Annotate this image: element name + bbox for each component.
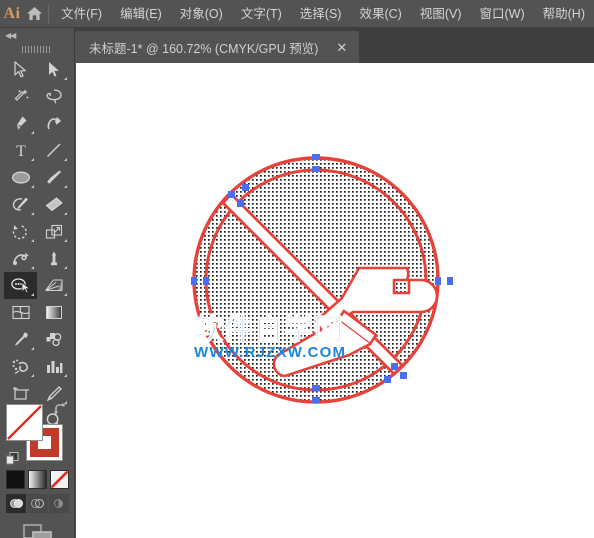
color-controls: [0, 400, 75, 538]
menu-type[interactable]: 文字(T): [232, 0, 291, 28]
menu-separator: [47, 4, 49, 23]
width-tool[interactable]: [4, 245, 37, 272]
menu-effect[interactable]: 效果(C): [350, 0, 410, 28]
ellipse-tool[interactable]: [4, 164, 37, 191]
tools-panel: ◀◀ T: [0, 28, 75, 538]
tool-flyout-indicator: [31, 374, 34, 377]
grip-dots: [22, 45, 52, 53]
default-colors-icon[interactable]: [6, 452, 19, 465]
pen-tool[interactable]: [4, 110, 37, 137]
fill-swatch[interactable]: [6, 404, 43, 441]
mesh-tool[interactable]: [4, 299, 37, 326]
document-tab[interactable]: 未标题-1* @ 160.72% (CMYK/GPU 预览) ✕: [75, 31, 360, 63]
gradient-mode-button[interactable]: [28, 470, 47, 489]
illustrator-window: Ai 文件(F) 编辑(E) 对象(O) 文字(T) 选择(S) 效果(C) 视…: [0, 0, 594, 538]
panel-drag-handle[interactable]: [0, 42, 74, 56]
menu-bar: Ai 文件(F) 编辑(E) 对象(O) 文字(T) 选择(S) 效果(C) 视…: [0, 0, 594, 28]
tool-flyout-indicator: [64, 77, 67, 80]
tool-flyout-indicator: [64, 293, 67, 296]
shaper-pencil-tool[interactable]: [4, 191, 37, 218]
menu-file[interactable]: 文件(F): [52, 0, 111, 28]
draw-mode-row: [6, 494, 69, 513]
document-canvas[interactable]: 软件自学网 WWW.RJZXW.COM: [76, 63, 594, 538]
eraser-tool[interactable]: [37, 191, 70, 218]
gradient-tool[interactable]: [37, 299, 70, 326]
magic-wand-tool[interactable]: [4, 83, 37, 110]
free-transform-tool[interactable]: [37, 245, 70, 272]
tool-grid: T: [0, 56, 74, 434]
tool-flyout-indicator: [64, 158, 67, 161]
none-slash-icon: [7, 405, 42, 440]
symbol-sprayer-tool[interactable]: [4, 353, 37, 380]
paintbrush-tool[interactable]: [37, 164, 70, 191]
tool-flyout-indicator: [31, 266, 34, 269]
artwork-no-repair-sign[interactable]: [76, 63, 594, 538]
collapse-panel-icon[interactable]: ◀◀: [0, 28, 74, 42]
close-icon[interactable]: ✕: [332, 39, 351, 56]
document-tab-bar: 未标题-1* @ 160.72% (CMYK/GPU 预览) ✕: [75, 28, 594, 63]
draw-behind-button[interactable]: [27, 494, 48, 513]
ai-logo: Ai: [3, 4, 21, 22]
menu-view[interactable]: 视图(V): [411, 0, 471, 28]
tool-flyout-indicator: [31, 131, 34, 134]
tool-flyout-indicator: [64, 374, 67, 377]
tool-flyout-indicator: [31, 239, 34, 242]
menu-help[interactable]: 帮助(H): [534, 0, 594, 28]
selection-tool[interactable]: [4, 56, 37, 83]
shape-builder-tool[interactable]: [4, 272, 37, 299]
home-icon[interactable]: [24, 0, 45, 28]
menu-object[interactable]: 对象(O): [171, 0, 232, 28]
blend-tool[interactable]: [37, 326, 70, 353]
lasso-tool[interactable]: [37, 83, 70, 110]
draw-normal-button[interactable]: [6, 494, 27, 513]
tool-flyout-indicator: [31, 158, 34, 161]
tool-flyout-indicator: [64, 266, 67, 269]
perspective-grid-tool[interactable]: [37, 272, 70, 299]
line-segment-tool[interactable]: [37, 137, 70, 164]
menu-edit[interactable]: 编辑(E): [111, 0, 171, 28]
curvature-tool[interactable]: [37, 110, 70, 137]
color-mode-button[interactable]: [6, 470, 25, 489]
fill-stroke-swatches: [6, 403, 69, 465]
direct-selection-tool[interactable]: [37, 56, 70, 83]
tool-flyout-indicator: [64, 239, 67, 242]
tool-flyout-indicator: [31, 185, 34, 188]
document-tab-title: 未标题-1* @ 160.72% (CMYK/GPU 预览): [89, 41, 319, 56]
eyedropper-tool[interactable]: [4, 326, 37, 353]
svg-text:T: T: [16, 143, 26, 159]
screen-mode-button[interactable]: [0, 521, 75, 538]
tool-flyout-indicator: [31, 293, 34, 296]
type-tool[interactable]: T: [4, 137, 37, 164]
swap-arrow-icon[interactable]: [53, 403, 67, 417]
paint-mode-row: [6, 470, 69, 489]
none-slash-icon: [51, 471, 68, 488]
menu-select[interactable]: 选择(S): [291, 0, 351, 28]
none-mode-button[interactable]: [50, 470, 69, 489]
tool-flyout-indicator: [64, 185, 67, 188]
scale-tool[interactable]: [37, 218, 70, 245]
tool-flyout-indicator: [64, 212, 67, 215]
tool-flyout-indicator: [31, 212, 34, 215]
tool-flyout-indicator: [31, 347, 34, 350]
rotate-tool[interactable]: [4, 218, 37, 245]
draw-inside-button[interactable]: [48, 494, 69, 513]
menu-window[interactable]: 窗口(W): [471, 0, 534, 28]
column-graph-tool[interactable]: [37, 353, 70, 380]
